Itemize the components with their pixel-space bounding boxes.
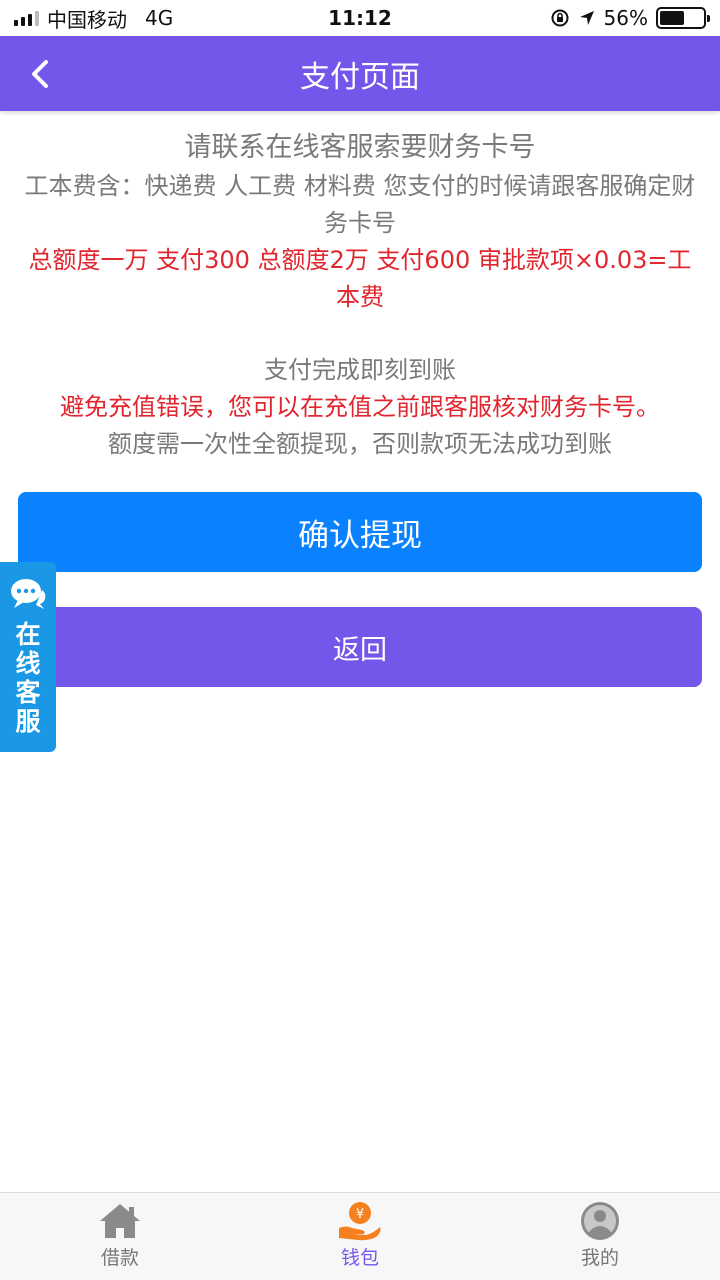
chat-bubble-icon — [11, 579, 46, 609]
status-right: 56% — [550, 6, 710, 30]
instant-arrival-text: 支付完成即刻到账 — [264, 356, 456, 384]
tab-label-mine: 我的 — [580, 1247, 619, 1269]
tab-label-loan: 借款 — [100, 1247, 139, 1269]
user-icon — [581, 1202, 619, 1240]
return-button[interactable]: 返回 — [18, 607, 702, 687]
svg-text:¥: ¥ — [356, 1207, 364, 1222]
payment-info: 请联系在线客服索要财务卡号 工本费含：快递费 人工费 材料费 您支付的时候请跟客… — [20, 128, 700, 463]
status-left: 中国移动 4G — [14, 4, 173, 33]
warning-text: 避免充值错误，您可以在充值之前跟客服核对财务卡号。 — [60, 393, 660, 421]
contact-service-text: 请联系在线客服索要财务卡号 — [184, 132, 536, 163]
battery-fill — [660, 11, 684, 25]
tab-mine[interactable]: 我的 — [480, 1193, 720, 1280]
fee-description-text: 工本费含：快递费 人工费 材料费 您支付的时候请跟客服确定财务卡号 — [24, 172, 696, 237]
online-service-float[interactable]: 在线客服 — [0, 562, 56, 752]
battery-icon — [656, 7, 710, 29]
tab-wallet[interactable]: ¥ 钱包 — [240, 1193, 480, 1280]
bottom-tab-bar: 借款 ¥ 钱包 我的 — [0, 1192, 720, 1280]
carrier-name: 中国移动 — [47, 7, 127, 32]
location-icon — [579, 11, 594, 25]
rotation-lock-icon — [551, 9, 569, 27]
status-bar: 中国移动 4G 11:12 56% — [0, 0, 720, 36]
withdraw-rule-text: 额度需一次性全额提现，否则款项无法成功到账 — [108, 430, 612, 458]
back-button[interactable] — [22, 54, 58, 94]
house-icon — [100, 1204, 140, 1238]
confirm-withdraw-button[interactable]: 确认提现 — [18, 492, 702, 572]
chevron-left-icon — [32, 60, 48, 88]
tab-loan[interactable]: 借款 — [0, 1193, 240, 1280]
page-title: 支付页面 — [300, 59, 420, 95]
wallet-hand-icon: ¥ — [339, 1202, 381, 1241]
signal-icon — [14, 10, 39, 26]
network-type: 4G — [145, 6, 174, 30]
online-service-label: 在线客服 — [15, 620, 41, 736]
battery-percent: 56% — [603, 6, 648, 30]
tab-label-wallet: 钱包 — [340, 1247, 379, 1269]
fee-rule-text: 总额度一万 支付300 总额度2万 支付600 审批款项×0.03=工本费 — [28, 246, 692, 311]
page-header: 支付页面 — [0, 36, 720, 111]
